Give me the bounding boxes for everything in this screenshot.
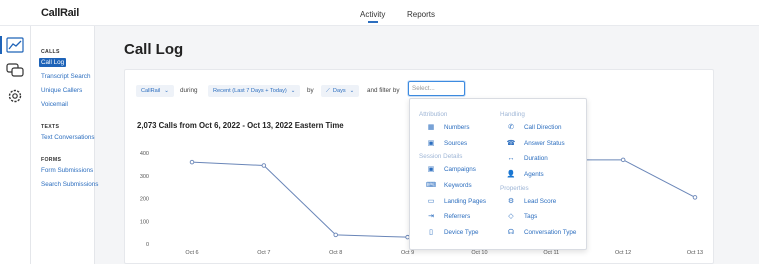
- data-point[interactable]: [692, 195, 698, 200]
- dropdown-item-tags[interactable]: Tags: [524, 213, 537, 220]
- data-point[interactable]: [620, 157, 626, 163]
- y-tick-label: 200: [140, 197, 149, 203]
- x-tick-label: Oct 11: [543, 250, 559, 256]
- data-point[interactable]: [189, 159, 195, 165]
- y-tick-label: 100: [140, 219, 149, 225]
- dropdown-item-duration[interactable]: Duration: [524, 155, 548, 162]
- x-tick-label: Oct 13: [687, 250, 703, 256]
- sources-icon: ▣: [427, 140, 435, 147]
- filter-dropdown-menu: Attribution Session Details Handling Pro…: [409, 98, 587, 250]
- device-type-icon: ▯: [429, 229, 433, 236]
- conversation-type-icon: ☊: [507, 229, 515, 236]
- dropdown-item-conversation-type[interactable]: Conversation Type: [524, 229, 576, 236]
- x-tick-label: Oct 9: [401, 250, 414, 256]
- call-direction-icon: ✆: [508, 124, 514, 131]
- data-point[interactable]: [333, 232, 338, 238]
- y-tick-label: 300: [140, 174, 149, 180]
- x-tick-label: Oct 8: [329, 250, 342, 256]
- dropdown-item-keywords[interactable]: Keywords: [444, 182, 472, 189]
- referrers-icon: ⇥: [428, 213, 434, 220]
- dropdown-item-landing-pages[interactable]: Landing Pages: [444, 198, 486, 205]
- x-tick-label: Oct 7: [257, 250, 270, 256]
- lead-score-icon: ⚙: [507, 198, 515, 205]
- agents-icon: 👤: [506, 171, 516, 178]
- data-point[interactable]: [261, 163, 267, 168]
- dropdown-item-referrers[interactable]: Referrers: [444, 213, 470, 220]
- numbers-icon: ▦: [427, 124, 435, 131]
- dropdown-item-sources[interactable]: Sources: [444, 140, 467, 147]
- y-tick-label: 0: [146, 242, 149, 248]
- keywords-icon: ⌨: [426, 182, 437, 189]
- dropdown-item-agents[interactable]: Agents: [524, 171, 544, 178]
- campaigns-icon: ▣: [427, 166, 435, 173]
- x-tick-label: Oct 6: [185, 250, 198, 256]
- call-volume-chart: 0 100 200 300 400 Oct 6 Oct 7 Oct 8 Oct 9 Oct 10 O…: [140, 151, 703, 256]
- dropdown-item-lead-score[interactable]: Lead Score: [524, 198, 556, 205]
- landing-pages-icon: ▭: [427, 198, 435, 205]
- x-tick-label: Oct 12: [615, 250, 631, 256]
- dropdown-item-numbers[interactable]: Numbers: [444, 124, 470, 131]
- dropdown-heading-properties: Properties: [500, 185, 529, 192]
- dropdown-heading-session-details: Session Details: [419, 153, 463, 160]
- dropdown-item-device-type[interactable]: Device Type: [444, 229, 479, 236]
- x-tick-label: Oct 10: [471, 250, 487, 256]
- y-tick-label: 400: [140, 151, 149, 157]
- dropdown-item-campaigns[interactable]: Campaigns: [444, 166, 476, 173]
- dropdown-heading-attribution: Attribution: [419, 111, 448, 118]
- dropdown-heading-handling: Handling: [500, 111, 525, 118]
- duration-icon: ↔: [507, 155, 515, 162]
- tags-icon: ◇: [508, 213, 514, 220]
- dropdown-item-call-direction[interactable]: Call Direction: [524, 124, 561, 131]
- answer-status-icon: ☎: [506, 140, 516, 147]
- dropdown-item-answer-status[interactable]: Answer Status: [524, 140, 565, 147]
